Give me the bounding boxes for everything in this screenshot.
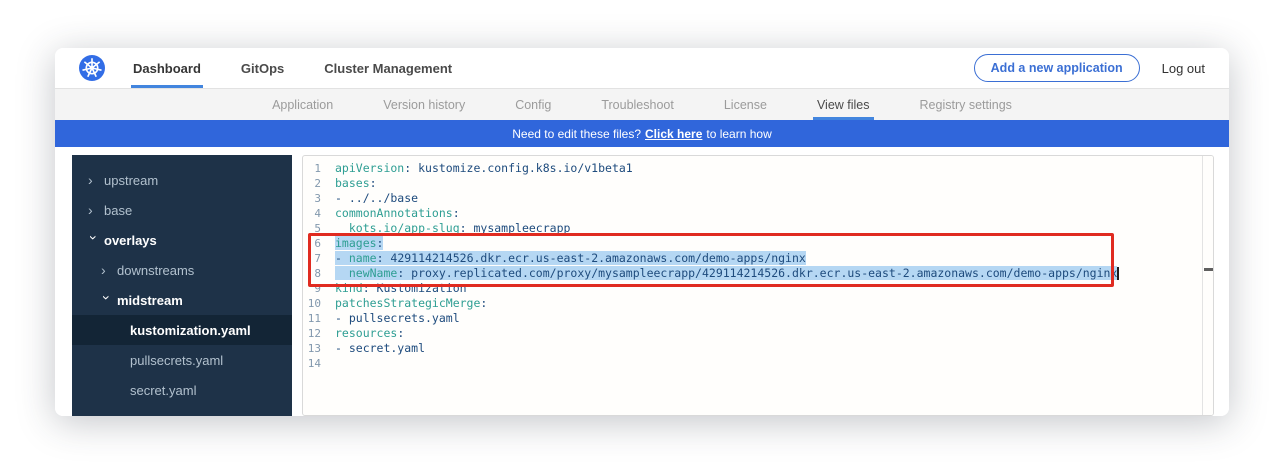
yaml-editor[interactable]: 1apiVersion: kustomize.config.k8s.io/v1b… xyxy=(302,155,1214,416)
tree-item-label: downstreams xyxy=(117,263,194,278)
line-code: bases: xyxy=(335,176,377,191)
editor-line-14[interactable]: 14 xyxy=(303,356,1213,371)
editor-line-2[interactable]: 2bases: xyxy=(303,176,1213,191)
tab-application[interactable]: Application xyxy=(268,89,337,120)
line-number: 7 xyxy=(303,251,335,266)
line-number: 13 xyxy=(303,341,335,356)
editor-line-3[interactable]: 3- ../../base xyxy=(303,191,1213,206)
line-number: 5 xyxy=(303,221,335,236)
top-nav-gitops[interactable]: GitOps xyxy=(239,48,286,88)
banner-text-after: to learn how xyxy=(706,127,771,141)
tab-license[interactable]: License xyxy=(720,89,771,120)
line-code: - secret.yaml xyxy=(335,341,425,356)
scrollbar-cursor-marker xyxy=(1204,268,1213,271)
line-number: 9 xyxy=(303,281,335,296)
tree-item-label: pullsecrets.yaml xyxy=(130,353,223,368)
top-nav-right: Add a new application Log out xyxy=(974,54,1205,82)
chevron-right-icon: › xyxy=(88,173,100,187)
editor-line-9[interactable]: 9kind: Kustomization xyxy=(303,281,1213,296)
editor-line-12[interactable]: 12resources: xyxy=(303,326,1213,341)
tab-config[interactable]: Config xyxy=(511,89,555,120)
editor-line-6[interactable]: 6images: xyxy=(303,236,1213,251)
text-cursor xyxy=(1117,267,1119,280)
page: Dashboard GitOps Cluster Management Add a … xyxy=(0,0,1286,476)
editor-lines: 1apiVersion: kustomize.config.k8s.io/v1b… xyxy=(303,161,1213,371)
chevron-down-icon: › xyxy=(100,295,114,307)
editor-line-7[interactable]: 7- name: 429114214526.dkr.ecr.us-east-2.… xyxy=(303,251,1213,266)
chevron-right-icon: › xyxy=(88,203,100,217)
selected-text: images: xyxy=(335,236,383,250)
line-code: images: xyxy=(335,236,383,251)
line-code: resources: xyxy=(335,326,404,341)
editor-line-8[interactable]: 8 newName: proxy.replicated.com/proxy/my… xyxy=(303,266,1213,281)
selected-text: - name: 429114214526.dkr.ecr.us-east-2.a… xyxy=(335,251,806,265)
add-application-button[interactable]: Add a new application xyxy=(974,54,1140,82)
line-code: apiVersion: kustomize.config.k8s.io/v1be… xyxy=(335,161,633,176)
line-number: 6 xyxy=(303,236,335,251)
kubernetes-logo-icon xyxy=(79,55,105,81)
line-code: - pullsecrets.yaml xyxy=(335,311,460,326)
line-code: newName: proxy.replicated.com/proxy/mysa… xyxy=(335,266,1119,281)
view-files-content: ›upstream›base›overlays›downstreams›mids… xyxy=(55,147,1229,416)
tree-item-label: kustomization.yaml xyxy=(130,323,251,338)
tab-version-history[interactable]: Version history xyxy=(379,89,469,120)
line-code: commonAnnotations: xyxy=(335,206,460,221)
tab-registry-settings[interactable]: Registry settings xyxy=(916,89,1016,120)
line-number: 4 xyxy=(303,206,335,221)
editor-line-1[interactable]: 1apiVersion: kustomize.config.k8s.io/v1b… xyxy=(303,161,1213,176)
tree-folder-downstreams[interactable]: › downstreams xyxy=(72,255,292,285)
line-code: kind: Kustomization xyxy=(335,281,467,296)
editor-line-5[interactable]: 5 kots.io/app-slug: mysampleecrapp xyxy=(303,221,1213,236)
editor-line-4[interactable]: 4commonAnnotations: xyxy=(303,206,1213,221)
tree-item-label: secret.yaml xyxy=(130,383,196,398)
tree-item-label: midstream xyxy=(117,293,183,308)
line-number: 3 xyxy=(303,191,335,206)
line-number: 10 xyxy=(303,296,335,311)
editor-line-11[interactable]: 11- pullsecrets.yaml xyxy=(303,311,1213,326)
line-number: 12 xyxy=(303,326,335,341)
tab-troubleshoot[interactable]: Troubleshoot xyxy=(597,89,678,120)
top-nav-items: Dashboard GitOps Cluster Management xyxy=(131,48,490,88)
tree-file-pullsecrets-yaml[interactable]: pullsecrets.yaml xyxy=(72,345,292,375)
line-number: 2 xyxy=(303,176,335,191)
tree-item-label: upstream xyxy=(104,173,158,188)
admin-console-window: Dashboard GitOps Cluster Management Add a … xyxy=(55,48,1229,416)
chevron-right-icon: › xyxy=(101,263,113,277)
tree-folder-overlays[interactable]: ›overlays xyxy=(72,225,292,255)
line-code: - name: 429114214526.dkr.ecr.us-east-2.a… xyxy=(335,251,806,266)
line-code: kots.io/app-slug: mysampleecrapp xyxy=(335,221,570,236)
banner-text-before: Need to edit these files? xyxy=(512,127,641,141)
line-code: - ../../base xyxy=(335,191,418,206)
tree-item-label: base xyxy=(104,203,132,218)
tree-item-label: overlays xyxy=(104,233,157,248)
top-nav: Dashboard GitOps Cluster Management Add a … xyxy=(55,48,1229,88)
line-code: patchesStrategicMerge: xyxy=(335,296,487,311)
tree-folder-midstream[interactable]: ›midstream xyxy=(72,285,292,315)
editor-line-10[interactable]: 10patchesStrategicMerge: xyxy=(303,296,1213,311)
line-number: 1 xyxy=(303,161,335,176)
tree-file-kustomization-yaml[interactable]: kustomization.yaml xyxy=(72,315,292,345)
top-nav-dashboard[interactable]: Dashboard xyxy=(131,48,203,88)
app-tab-bar: Application Version history Config Troubles… xyxy=(55,88,1229,120)
tree-file-secret-yaml[interactable]: secret.yaml xyxy=(72,375,292,405)
tab-view-files[interactable]: View files xyxy=(813,89,874,120)
line-number: 8 xyxy=(303,266,335,281)
editor-line-13[interactable]: 13- secret.yaml xyxy=(303,341,1213,356)
chevron-down-icon: › xyxy=(87,235,101,247)
logout-link[interactable]: Log out xyxy=(1162,61,1205,76)
tree-folder-upstream[interactable]: › upstream xyxy=(72,165,292,195)
top-nav-cluster-management[interactable]: Cluster Management xyxy=(322,48,454,88)
edit-files-banner: Need to edit these files? Click here to … xyxy=(55,120,1229,147)
tree-folder-base[interactable]: › base xyxy=(72,195,292,225)
line-number: 14 xyxy=(303,356,335,371)
banner-click-here-link[interactable]: Click here xyxy=(645,127,702,141)
line-number: 11 xyxy=(303,311,335,326)
selected-text: newName: proxy.replicated.com/proxy/mysa… xyxy=(335,266,1117,280)
file-tree-sidebar: ›upstream›base›overlays›downstreams›mids… xyxy=(72,155,292,416)
editor-scrollbar[interactable] xyxy=(1202,156,1213,415)
